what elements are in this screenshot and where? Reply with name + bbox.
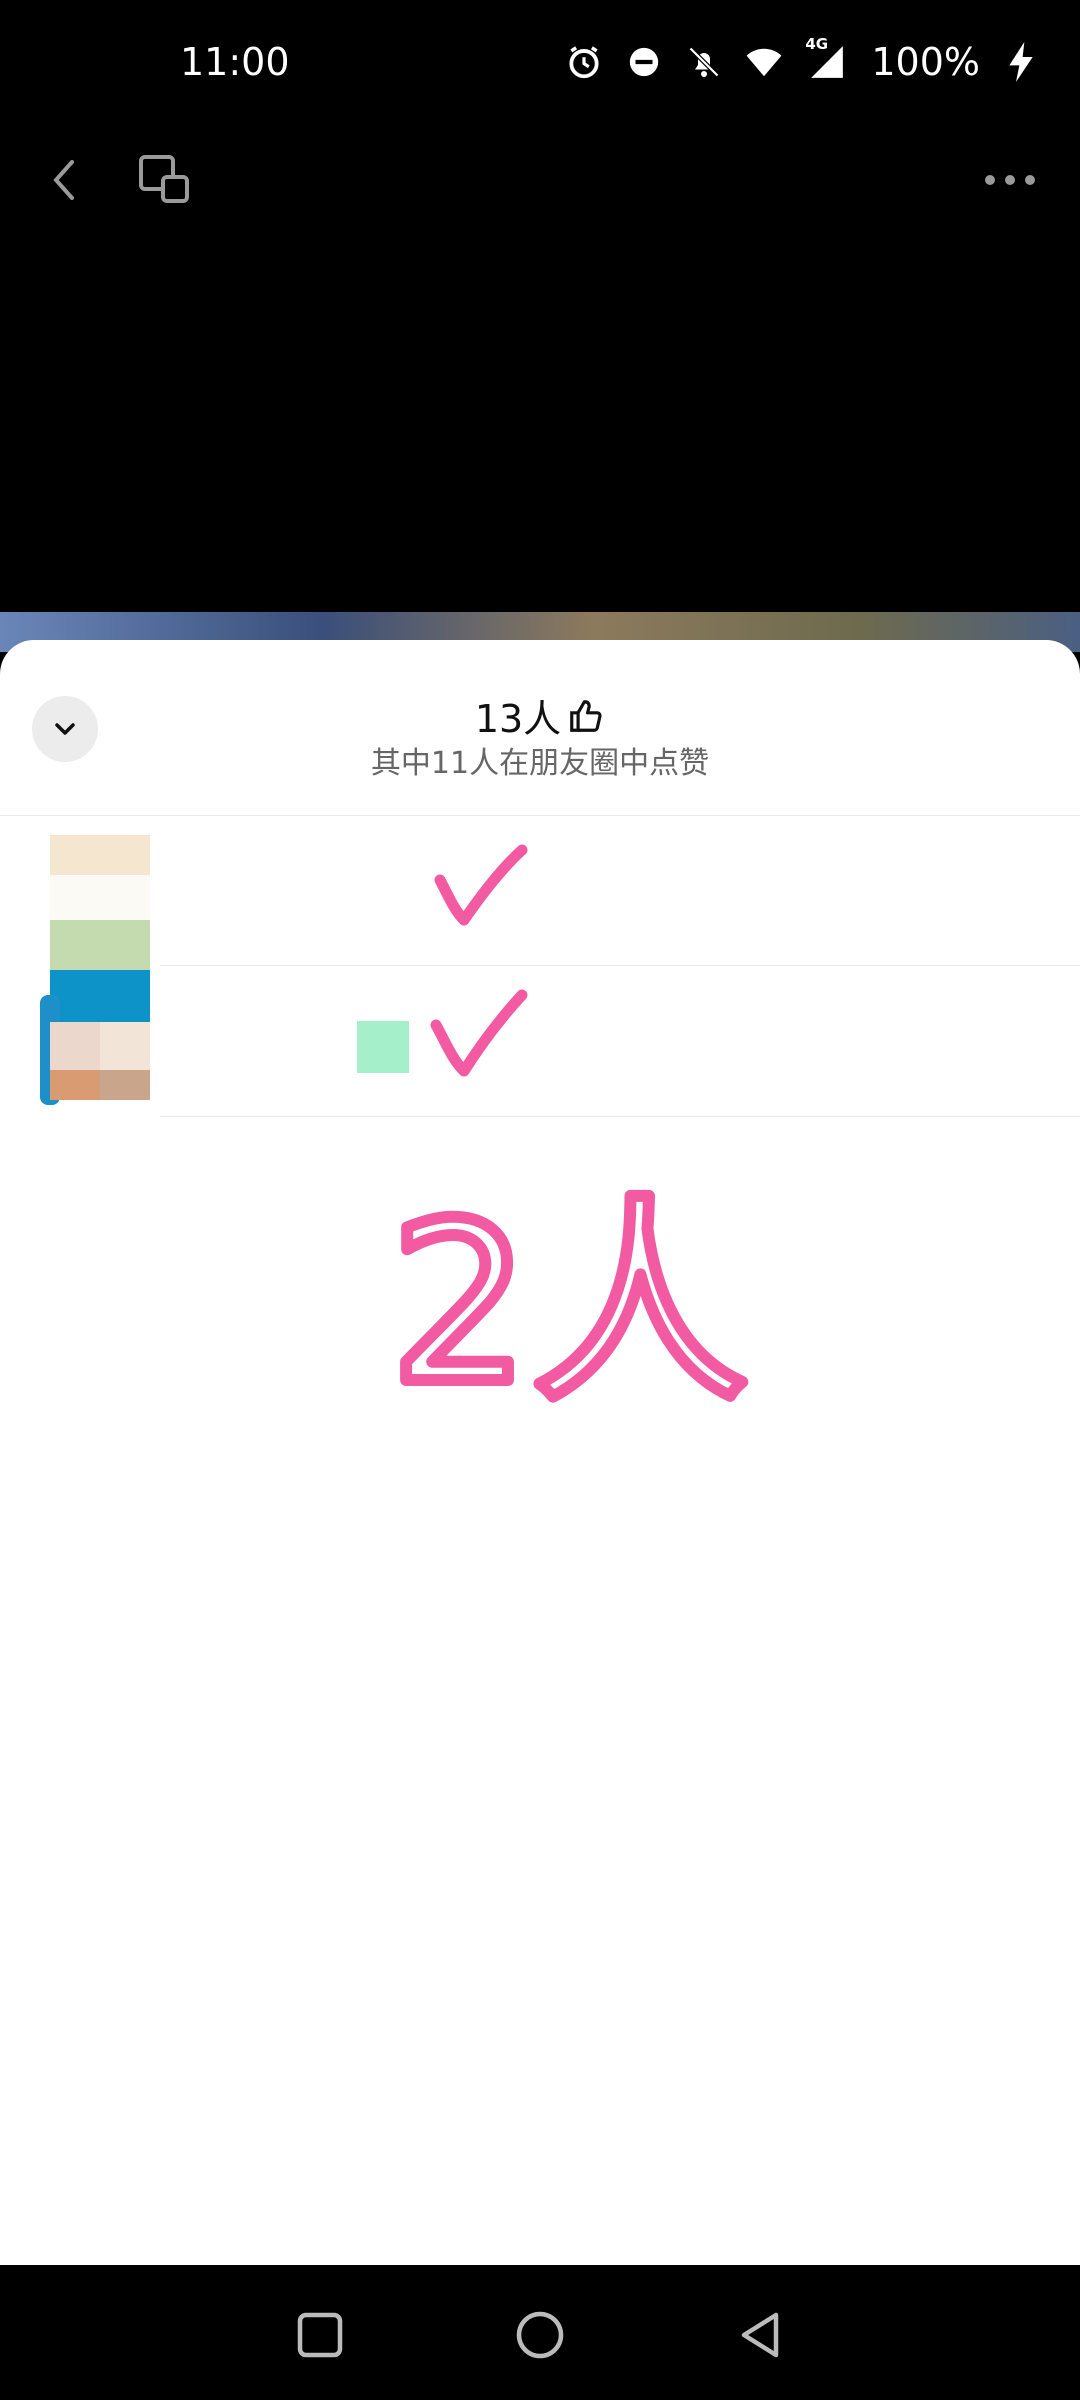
status-icons: 4G 100% (565, 35, 1040, 84)
avatar (40, 977, 155, 1107)
battery-text: 100% (871, 40, 980, 84)
wifi-icon (745, 43, 783, 81)
thumbs-up-icon (570, 699, 602, 732)
home-button[interactable] (512, 2307, 568, 2363)
more-icon (985, 175, 1035, 185)
check-mark-icon (434, 844, 528, 926)
status-time: 11:00 (180, 40, 290, 84)
back-nav-button[interactable] (732, 2307, 788, 2363)
status-bar: 11:00 4G 100% (0, 0, 1080, 135)
likes-count: 13人 (474, 697, 562, 741)
check-mark-icon (430, 989, 528, 1077)
bell-off-icon (685, 43, 723, 81)
alarm-icon (565, 43, 603, 81)
back-button[interactable] (30, 145, 100, 215)
liker-row[interactable] (0, 967, 1080, 1117)
charging-icon (1002, 42, 1040, 82)
handwritten-annotation: 2人 (400, 1170, 756, 1410)
back-triangle-icon (741, 2312, 779, 2358)
back-icon (53, 160, 74, 200)
sheet-subtitle: 其中11人在朋友圈中点赞 (370, 746, 710, 781)
liker-name (357, 1021, 409, 1073)
row-divider (160, 965, 1080, 966)
row-divider (160, 1116, 1080, 1117)
do-not-disturb-icon (625, 43, 663, 81)
network-type: 4G (805, 35, 829, 53)
likes-sheet: 13人 其中11人在朋友圈中点赞 (0, 640, 1080, 2265)
system-nav-bar (0, 2265, 1080, 2400)
top-bar (0, 135, 1080, 255)
signal-icon: 4G (805, 35, 849, 81)
annotation-text: 2人 (400, 1176, 750, 1410)
liker-name (180, 871, 370, 911)
sheet-title: 13人 (0, 688, 1080, 743)
avatar (40, 826, 155, 956)
floating-window-icon (139, 155, 189, 203)
more-button[interactable] (970, 145, 1050, 215)
recents-button[interactable] (292, 2307, 348, 2363)
floating-window-button[interactable] (135, 145, 205, 215)
liker-row[interactable] (0, 816, 1080, 966)
home-icon (516, 2311, 564, 2359)
recents-icon (297, 2312, 343, 2358)
